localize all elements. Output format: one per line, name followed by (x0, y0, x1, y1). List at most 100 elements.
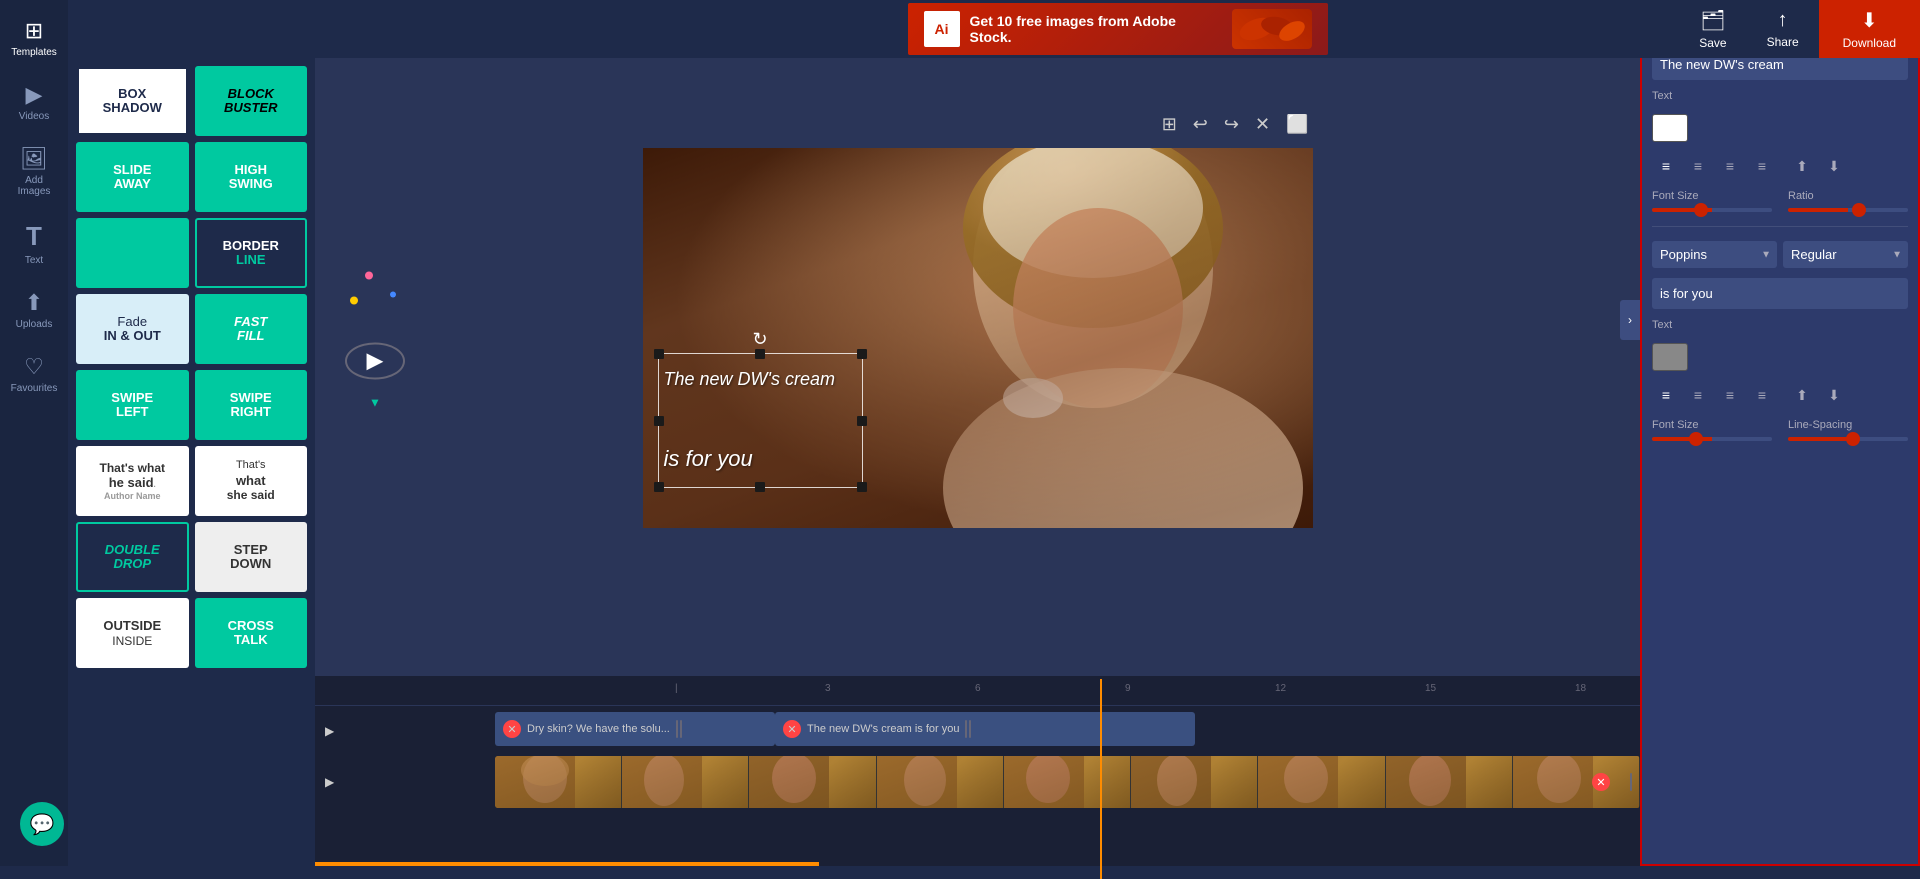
template-teal-square[interactable] (76, 218, 189, 288)
handle-bottom-left[interactable] (654, 482, 664, 492)
section2-weight-select[interactable]: Regular Bold (1783, 241, 1908, 268)
ruler-mark-18: 18 (1575, 683, 1586, 694)
left-sidebar-combined: ⊞ Templates ▶ Videos 🖼 Add Images T Text… (0, 0, 315, 866)
redo-button[interactable]: ↪ (1220, 110, 1243, 139)
sidebar-item-videos[interactable]: ▶ Videos (0, 72, 68, 132)
handle-bottom-mid[interactable] (755, 482, 765, 492)
top-toolbar: 🗂 Save ↑ Share ⬇ Download (1679, 0, 1920, 58)
main-layout: ⊞ Templates ▶ Videos 🖼 Add Images T Text… (0, 0, 1920, 866)
section2-fontsize-label: Font Size (1652, 419, 1772, 431)
text-selection-box[interactable]: ↻ The new DW's cream is for you (658, 353, 863, 488)
video-track-close[interactable]: ✕ (1592, 773, 1610, 791)
template-border-line[interactable]: BORDERLINE (195, 218, 308, 288)
template-step-down[interactable]: STEPDOWN (195, 522, 308, 592)
save-button[interactable]: 🗂 Save (1679, 0, 1746, 58)
align-center-btn[interactable]: ≡ (1684, 152, 1712, 180)
section2-font-select[interactable]: Poppins (1652, 241, 1777, 268)
caption-segment-1[interactable]: ✕ Dry skin? We have the solu... (495, 712, 775, 746)
share-button[interactable]: ↑ Share (1747, 1, 1819, 57)
sidebar-item-templates[interactable]: ⊞ Templates (0, 8, 68, 68)
section2-valign-top-btn[interactable]: ⬆ (1788, 381, 1816, 409)
seg-line-3 (965, 720, 967, 738)
valign-top-btn[interactable]: ⬆ (1788, 152, 1816, 180)
canvas-text-line2: is for you (664, 446, 753, 472)
thumb-6-icon (1131, 756, 1211, 808)
adobe-banner-ad[interactable]: Ai Get 10 free images from Adobe Stock. (908, 3, 1328, 55)
handle-bottom-right[interactable] (857, 482, 867, 492)
save-icon: 🗂 (1700, 8, 1725, 33)
expand-button[interactable]: ⬜ (1282, 110, 1312, 139)
section1-fontsize-slider[interactable] (1652, 208, 1772, 212)
sidebar-item-favourites[interactable]: ♡ Favourites (0, 344, 68, 404)
handle-top-left[interactable] (654, 349, 664, 359)
section1-color-picker[interactable] (1652, 114, 1688, 142)
thumb-4-icon (877, 756, 957, 808)
download-label: Download (1843, 36, 1896, 50)
sidebar-item-uploads[interactable]: ⬆ Uploads (0, 280, 68, 340)
timeline-area: | 3 6 9 12 15 18 ▶ (315, 676, 1640, 866)
timeline-tracks: ▶ ✕ Dry skin? We have the solu... (315, 706, 1640, 866)
template-box-shadow[interactable]: BOXSHADOW (76, 66, 189, 136)
section2-text-input[interactable] (1652, 278, 1908, 309)
play-button[interactable]: ▶ (345, 342, 405, 379)
template-double-drop[interactable]: DOUBLEDROP (76, 522, 189, 592)
align-justify-btn[interactable]: ≡ (1748, 152, 1776, 180)
banner-leaves-icon (1237, 11, 1307, 47)
section2-color-picker[interactable] (1652, 343, 1688, 371)
templates-icon: ⊞ (25, 18, 43, 44)
section1-ratio-slider[interactable] (1788, 208, 1908, 212)
templates-panel: BOXSHADOW BLOCKBUSTER SLIDEAWAY HIGHSWIN… (68, 58, 315, 866)
ruler-mark-12: 12 (1275, 683, 1286, 694)
panel-collapse-button[interactable]: › (1620, 300, 1640, 340)
template-block-buster[interactable]: BLOCKBUSTER (195, 66, 308, 136)
section2-font-row: Poppins Regular Bold (1652, 241, 1908, 268)
grid-view-button[interactable]: ⊞ (1158, 110, 1181, 139)
timeline-progress (315, 862, 819, 866)
handle-mid-left[interactable] (654, 416, 664, 426)
section2-align-justify-btn[interactable]: ≡ (1748, 381, 1776, 409)
thumb-7-icon (1258, 756, 1338, 808)
handle-top-right[interactable] (857, 349, 867, 359)
section2-align-left-btn[interactable]: ≡ (1652, 381, 1680, 409)
close-canvas-button[interactable]: ✕ (1251, 110, 1274, 139)
undo-button[interactable]: ↩ (1189, 110, 1212, 139)
section2-fontsize-slider[interactable] (1652, 437, 1772, 441)
template-thats-what-she[interactable]: That's what she said (195, 446, 308, 516)
sidebar-item-add-images[interactable]: 🖼 Add Images (0, 136, 68, 207)
segment-2-handles (965, 720, 971, 738)
template-slide-away[interactable]: SLIDEAWAY (76, 142, 189, 212)
section2-align-center-btn[interactable]: ≡ (1684, 381, 1712, 409)
caption-segment-2[interactable]: ✕ The new DW's cream is for you (775, 712, 1195, 746)
segment-1-close[interactable]: ✕ (503, 720, 521, 738)
thumb-1-icon (495, 756, 575, 808)
download-button[interactable]: ⬇ Download (1819, 0, 1920, 58)
caption-track-content: ✕ Dry skin? We have the solu... ✕ The ne… (495, 712, 1640, 750)
valign-bottom-btn[interactable]: ⬇ (1820, 152, 1848, 180)
chat-bubble[interactable]: 💬 (20, 802, 64, 846)
seg-line-1 (676, 720, 678, 738)
template-thats-what-he[interactable]: That's what he said. Author Name (76, 446, 189, 516)
template-fade-in-out[interactable]: Fade IN & OUT (76, 294, 189, 364)
handle-top-mid[interactable] (755, 349, 765, 359)
handle-mid-right[interactable] (857, 416, 867, 426)
section2-linespacing-slider[interactable] (1788, 437, 1908, 441)
section2-sliders: Font Size Line-Spacing (1652, 419, 1908, 441)
template-swipe-left[interactable]: SWIPELEFT (76, 370, 189, 440)
track-controls-caption: ▶ (315, 724, 495, 738)
align-left-btn[interactable]: ≡ (1652, 152, 1680, 180)
align-right-btn[interactable]: ≡ (1716, 152, 1744, 180)
template-high-swing[interactable]: HIGHSWING (195, 142, 308, 212)
rotate-handle[interactable]: ↻ (752, 329, 767, 350)
section2-align-right-btn[interactable]: ≡ (1716, 381, 1744, 409)
template-cross-talk[interactable]: CROSSTALK (195, 598, 308, 668)
template-outside-inside[interactable]: OUTSIDE INSIDE (76, 598, 189, 668)
template-swipe-right[interactable]: SWIPERIGHT (195, 370, 308, 440)
segment-2-close[interactable]: ✕ (783, 720, 801, 738)
save-label: Save (1699, 36, 1726, 50)
ruler-mark-15: 15 (1425, 683, 1436, 694)
thumb-8-icon (1386, 756, 1466, 808)
segment-1-text: Dry skin? We have the solu... (527, 723, 670, 735)
sidebar-item-text[interactable]: T Text (0, 211, 68, 276)
template-fast-fill[interactable]: FASTFILL (195, 294, 308, 364)
section2-valign-bottom-btn[interactable]: ⬇ (1820, 381, 1848, 409)
